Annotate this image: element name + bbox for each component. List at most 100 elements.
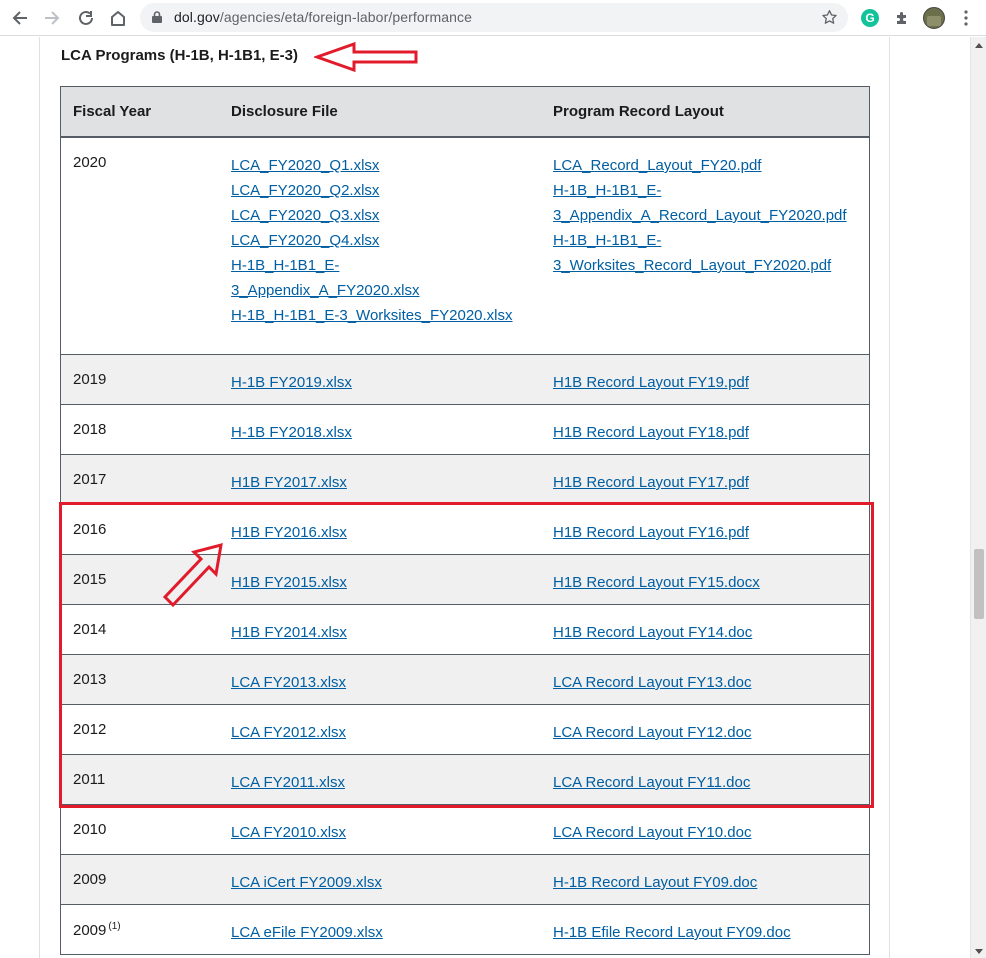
disclosure-file-cell: H1B FY2017.xlsx	[231, 470, 531, 495]
fiscal-year-text: 2017	[73, 471, 107, 488]
table-row: 2017 H1B FY2017.xlsx H1B Record Layout FY1…	[61, 455, 869, 505]
fiscal-year-text: 2014	[73, 621, 107, 638]
disclosure-file-link[interactable]: LCA eFile FY2009.xlsx	[231, 920, 531, 945]
column-header-fiscal-year: Fiscal Year	[73, 103, 152, 120]
browser-toolbar: dol.gov/agencies/eta/foreign-labor/perfo…	[0, 0, 986, 36]
annotation-arrow-icon	[314, 41, 418, 73]
fiscal-year-cell: 2018	[73, 421, 106, 438]
record-layout-link[interactable]: LCA Record Layout FY11.doc	[553, 770, 863, 795]
url-text: dol.gov/agencies/eta/foreign-labor/perfo…	[174, 9, 472, 25]
record-layout-link[interactable]: H1B Record Layout FY19.pdf	[553, 370, 863, 395]
fiscal-year-cell: 2009 (1)	[73, 921, 121, 939]
scrollbar-thumb[interactable]	[974, 549, 984, 619]
scroll-down-arrow-icon[interactable]	[975, 949, 983, 954]
column-header-disclosure-file: Disclosure File	[231, 103, 338, 120]
record-layout-link[interactable]: 3_Appendix_A_Record_Layout_FY2020.pdf	[553, 203, 863, 228]
fiscal-year-text: 2011	[73, 771, 106, 788]
record-layout-cell: H-1B Efile Record Layout FY09.doc	[553, 920, 863, 945]
back-arrow-icon[interactable]	[8, 6, 32, 30]
record-layout-link[interactable]: H-1B_H-1B1_E-	[553, 178, 863, 203]
record-layout-link[interactable]: H1B Record Layout FY14.doc	[553, 620, 863, 645]
fiscal-year-cell: 2017	[73, 471, 106, 488]
disclosure-file-link[interactable]: LCA_FY2020_Q4.xlsx	[231, 228, 531, 253]
fiscal-year-cell: 2012	[73, 721, 106, 738]
table-row: 2011 LCA FY2011.xlsx LCA Record Layout FY1…	[61, 755, 869, 805]
kebab-menu-icon[interactable]	[954, 6, 978, 30]
disclosure-file-link[interactable]: LCA FY2011.xlsx	[231, 770, 531, 795]
disclosure-file-link[interactable]: LCA iCert FY2009.xlsx	[231, 870, 531, 895]
grammarly-icon: G	[861, 9, 879, 27]
lock-icon	[152, 11, 162, 23]
record-layout-cell: LCA Record Layout FY12.doc	[553, 720, 863, 745]
disclosure-file-cell: H1B FY2015.xlsx	[231, 570, 531, 595]
record-layout-link[interactable]: H1B Record Layout FY18.pdf	[553, 420, 863, 445]
record-layout-link[interactable]: LCA Record Layout FY10.doc	[553, 820, 863, 845]
disclosure-file-cell: H1B FY2016.xlsx	[231, 520, 531, 545]
grammarly-extension-button[interactable]: G	[858, 6, 882, 30]
disclosure-file-link[interactable]: LCA FY2013.xlsx	[231, 670, 531, 695]
extensions-puzzle-icon[interactable]	[890, 6, 914, 30]
record-layout-cell: H1B Record Layout FY16.pdf	[553, 520, 863, 545]
home-icon[interactable]	[106, 6, 130, 30]
table-row: 2012 LCA FY2012.xlsx LCA Record Layout FY1…	[61, 705, 869, 755]
disclosure-file-link[interactable]: H1B FY2015.xlsx	[231, 570, 531, 595]
vertical-scrollbar[interactable]	[970, 37, 986, 958]
disclosure-file-link[interactable]: LCA_FY2020_Q2.xlsx	[231, 178, 531, 203]
fiscal-year-text: 2013	[73, 671, 107, 688]
disclosure-file-link[interactable]: LCA FY2010.xlsx	[231, 820, 531, 845]
disclosure-file-link[interactable]: H1B FY2016.xlsx	[231, 520, 531, 545]
record-layout-link[interactable]: H1B Record Layout FY15.docx	[553, 570, 863, 595]
record-layout-link[interactable]: LCA Record Layout FY13.doc	[553, 670, 863, 695]
record-layout-link[interactable]: H1B Record Layout FY17.pdf	[553, 470, 863, 495]
disclosure-file-link[interactable]: H1B FY2014.xlsx	[231, 620, 531, 645]
record-layout-link[interactable]: 3_Worksites_Record_Layout_FY2020.pdf	[553, 253, 863, 278]
disclosure-file-link[interactable]: H1B FY2017.xlsx	[231, 470, 531, 495]
record-layout-link[interactable]: LCA_Record_Layout_FY20.pdf	[553, 153, 863, 178]
fiscal-year-cell: 2011	[73, 771, 105, 788]
fiscal-year-cell: 2009	[73, 871, 106, 888]
disclosure-file-cell: H1B FY2014.xlsx	[231, 620, 531, 645]
address-bar[interactable]: dol.gov/agencies/eta/foreign-labor/perfo…	[140, 3, 848, 32]
table-header: Fiscal Year Disclosure File Program Reco…	[61, 87, 869, 138]
fiscal-year-text: 2020	[73, 154, 107, 171]
forward-arrow-icon[interactable]	[40, 6, 64, 30]
disclosure-file-link[interactable]: H-1B FY2018.xlsx	[231, 420, 531, 445]
profile-avatar-button[interactable]	[922, 6, 946, 30]
disclosure-file-link[interactable]: LCA_FY2020_Q1.xlsx	[231, 153, 531, 178]
disclosure-file-link[interactable]: LCA FY2012.xlsx	[231, 720, 531, 745]
disclosure-file-link[interactable]: LCA_FY2020_Q3.xlsx	[231, 203, 531, 228]
footnote-marker[interactable]: (1)	[108, 921, 120, 932]
url-host: dol.gov	[174, 9, 220, 25]
disclosure-file-cell: LCA FY2012.xlsx	[231, 720, 531, 745]
record-layout-cell: H1B Record Layout FY15.docx	[553, 570, 863, 595]
record-layout-cell: H-1B Record Layout FY09.doc	[553, 870, 863, 895]
record-layout-cell: H1B Record Layout FY19.pdf	[553, 370, 863, 395]
record-layout-link[interactable]: H-1B Record Layout FY09.doc	[553, 870, 863, 895]
content-right-border	[889, 37, 890, 958]
record-layout-link[interactable]: H1B Record Layout FY16.pdf	[553, 520, 863, 545]
lca-programs-table: Fiscal Year Disclosure File Program Reco…	[60, 86, 870, 955]
fiscal-year-cell: 2020	[73, 154, 106, 171]
disclosure-file-link[interactable]: 3_Appendix_A_FY2020.xlsx	[231, 278, 531, 303]
table-row: 2018 H-1B FY2018.xlsx H1B Record Layout FY…	[61, 405, 869, 455]
bookmark-star-icon[interactable]	[821, 9, 838, 26]
record-layout-cell: H1B Record Layout FY17.pdf	[553, 470, 863, 495]
disclosure-file-cell: LCA iCert FY2009.xlsx	[231, 870, 531, 895]
record-layout-link[interactable]: LCA Record Layout FY12.doc	[553, 720, 863, 745]
table-row: 2010 LCA FY2010.xlsx LCA Record Layout FY1…	[61, 805, 869, 855]
fiscal-year-cell: 2019	[73, 371, 106, 388]
fiscal-year-text: 2009	[73, 871, 107, 888]
disclosure-file-cell: LCA_FY2020_Q1.xlsx LCA_FY2020_Q2.xlsx LCA_…	[231, 153, 531, 328]
disclosure-file-link[interactable]: H-1B_H-1B1_E-3_Worksites_FY2020.xlsx	[231, 303, 531, 328]
disclosure-file-link[interactable]: H-1B_H-1B1_E-	[231, 253, 531, 278]
profile-avatar	[923, 7, 945, 29]
scroll-up-arrow-icon[interactable]	[975, 43, 983, 48]
fiscal-year-text: 2016	[73, 521, 107, 538]
disclosure-file-cell: H-1B FY2018.xlsx	[231, 420, 531, 445]
disclosure-file-cell: H-1B FY2019.xlsx	[231, 370, 531, 395]
record-layout-link[interactable]: H-1B Efile Record Layout FY09.doc	[553, 920, 863, 945]
record-layout-cell: LCA Record Layout FY13.doc	[553, 670, 863, 695]
disclosure-file-link[interactable]: H-1B FY2019.xlsx	[231, 370, 531, 395]
record-layout-link[interactable]: H-1B_H-1B1_E-	[553, 228, 863, 253]
reload-icon[interactable]	[74, 6, 98, 30]
